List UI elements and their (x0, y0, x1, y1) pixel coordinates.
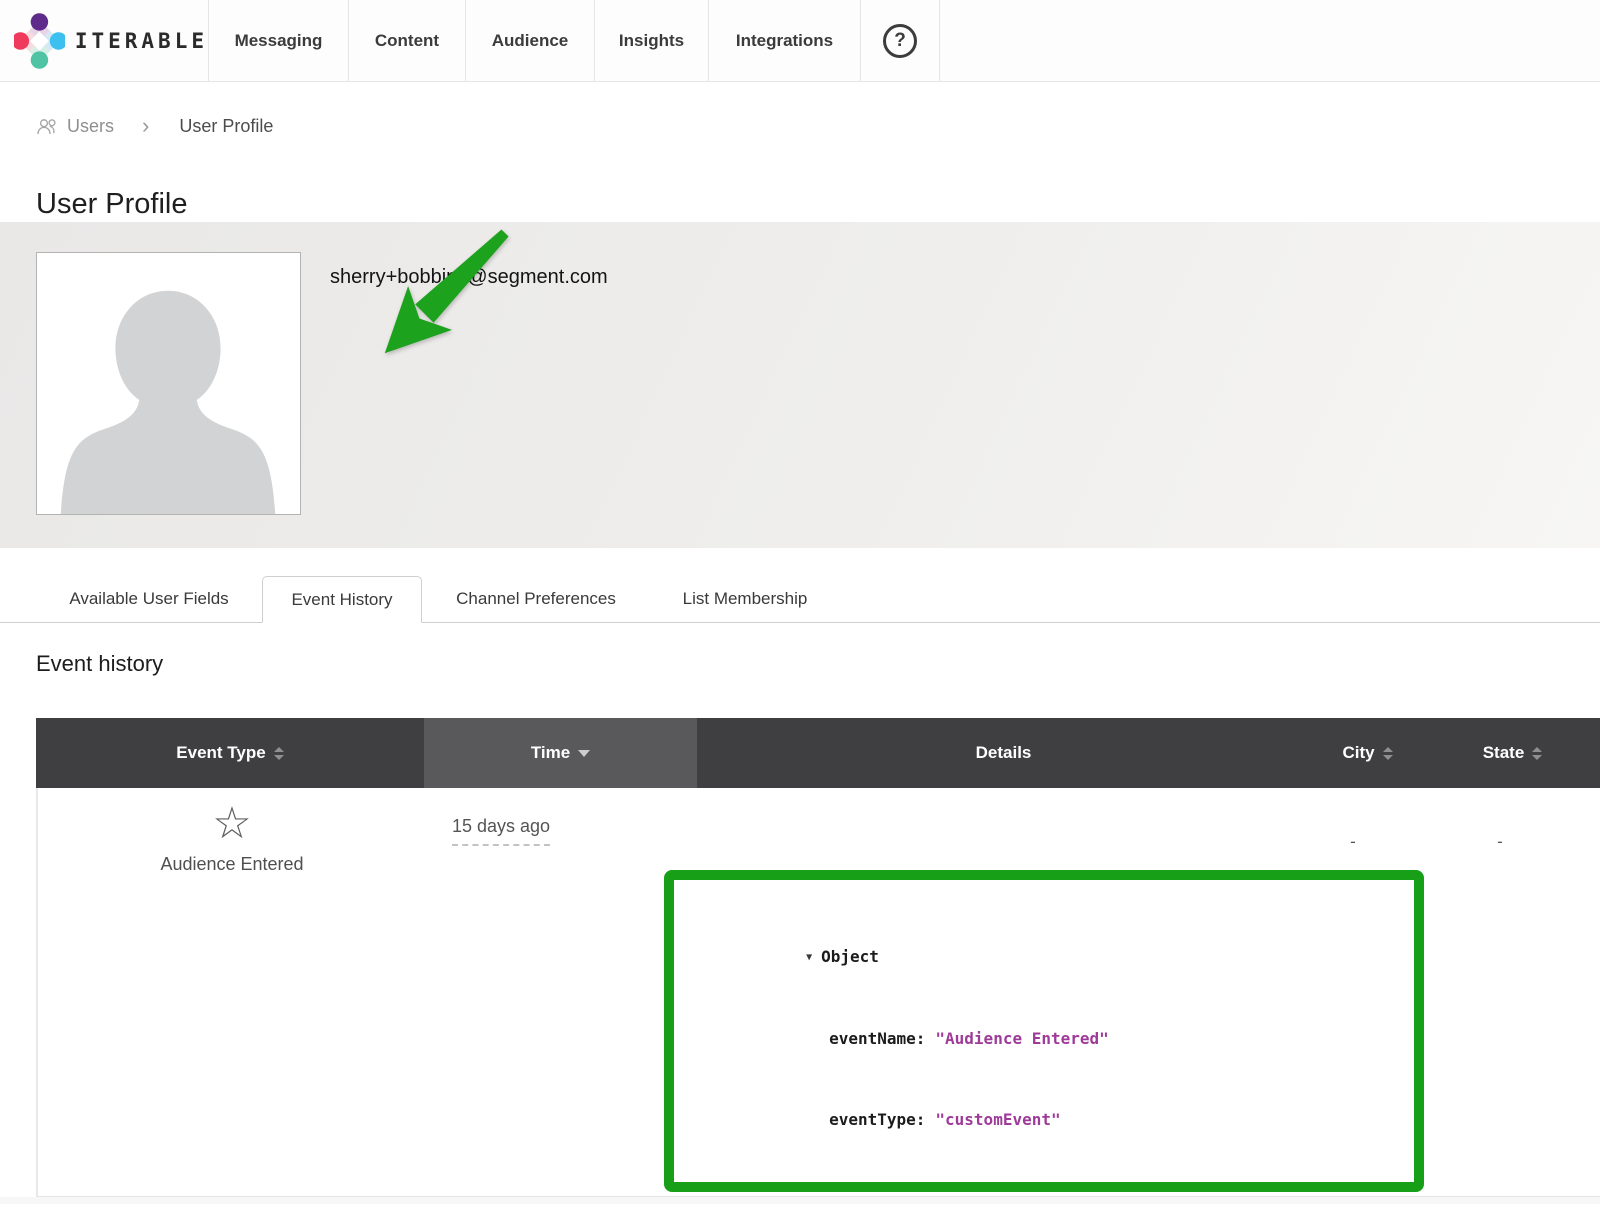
help-icon: ? (883, 24, 917, 58)
json-tree: ▼ Object eventName:"Audience Entered" eve… (674, 880, 1414, 1192)
users-icon (36, 118, 59, 135)
sort-desc-icon (578, 750, 590, 757)
chevron-right-icon: › (142, 115, 149, 137)
json-row-email: email:"sherry+bobbins@segment.com" (674, 1160, 1414, 1192)
star-icon: ☆ (38, 800, 426, 848)
column-header-state[interactable]: State (1425, 718, 1600, 788)
breadcrumb-users-link[interactable]: Users (67, 116, 114, 137)
profile-hero: sherry+bobbins@segment.com (0, 222, 1600, 548)
nav-item-insights[interactable]: Insights (594, 0, 708, 81)
nav-item-audience[interactable]: Audience (465, 0, 594, 81)
breadcrumb-current: User Profile (179, 116, 273, 137)
tab-event-history[interactable]: Event History (262, 576, 422, 623)
nav-item-content[interactable]: Content (348, 0, 465, 81)
time-cell: 15 days ago (396, 816, 606, 846)
brand-name: ITERABLE (75, 29, 208, 53)
profile-tabs: Available User Fields Event History Chan… (0, 548, 1600, 623)
person-silhouette-icon (37, 253, 300, 514)
sort-icon (1532, 747, 1542, 760)
sort-icon (274, 747, 284, 760)
event-details-json-box: ▼ Object eventName:"Audience Entered" eve… (664, 870, 1424, 1192)
iterable-logo[interactable]: ITERABLE (0, 0, 208, 81)
event-table-header: Event Type Time Details City State (36, 718, 1600, 788)
json-root-row: ▼ Object (674, 916, 1414, 998)
tab-available-user-fields[interactable]: Available User Fields (36, 576, 262, 622)
event-type-cell: ☆ Audience Entered (38, 800, 426, 875)
page-bottom-strip (0, 1197, 1600, 1204)
column-header-event-type[interactable]: Event Type (36, 718, 424, 788)
iterable-diamond-icon (14, 13, 65, 69)
page-title: User Profile (0, 138, 1600, 222)
user-email: sherry+bobbins@segment.com (330, 266, 608, 289)
nav-item-integrations[interactable]: Integrations (708, 0, 860, 81)
breadcrumb: Users › User Profile (0, 82, 1600, 138)
table-row: ☆ Audience Entered 15 days ago - - ▼ Obje… (36, 788, 1600, 1197)
column-header-details: Details (697, 718, 1310, 788)
state-value: - (1485, 832, 1515, 852)
expand-triangle-icon[interactable]: ▼ (806, 944, 812, 971)
avatar (36, 252, 301, 515)
event-table: Event Type Time Details City State (0, 677, 1600, 788)
json-root-label: Object (821, 947, 879, 966)
column-header-time[interactable]: Time (424, 718, 697, 788)
nav-item-messaging[interactable]: Messaging (208, 0, 348, 81)
tab-list-membership[interactable]: List Membership (650, 576, 840, 622)
top-nav: ITERABLE Messaging Content Audience Insi… (0, 0, 1600, 82)
column-header-city[interactable]: City (1310, 718, 1425, 788)
sort-icon (1383, 747, 1393, 760)
json-row-eventtype: eventType:"customEvent" (674, 1079, 1414, 1160)
event-type-label: Audience Entered (38, 854, 426, 875)
relative-time[interactable]: 15 days ago (452, 816, 550, 846)
help-button[interactable]: ? (860, 0, 940, 81)
city-value: - (1338, 832, 1368, 852)
tab-channel-preferences[interactable]: Channel Preferences (422, 576, 650, 622)
json-row-eventname: eventName:"Audience Entered" (674, 998, 1414, 1079)
event-history-heading: Event history (0, 623, 1600, 677)
